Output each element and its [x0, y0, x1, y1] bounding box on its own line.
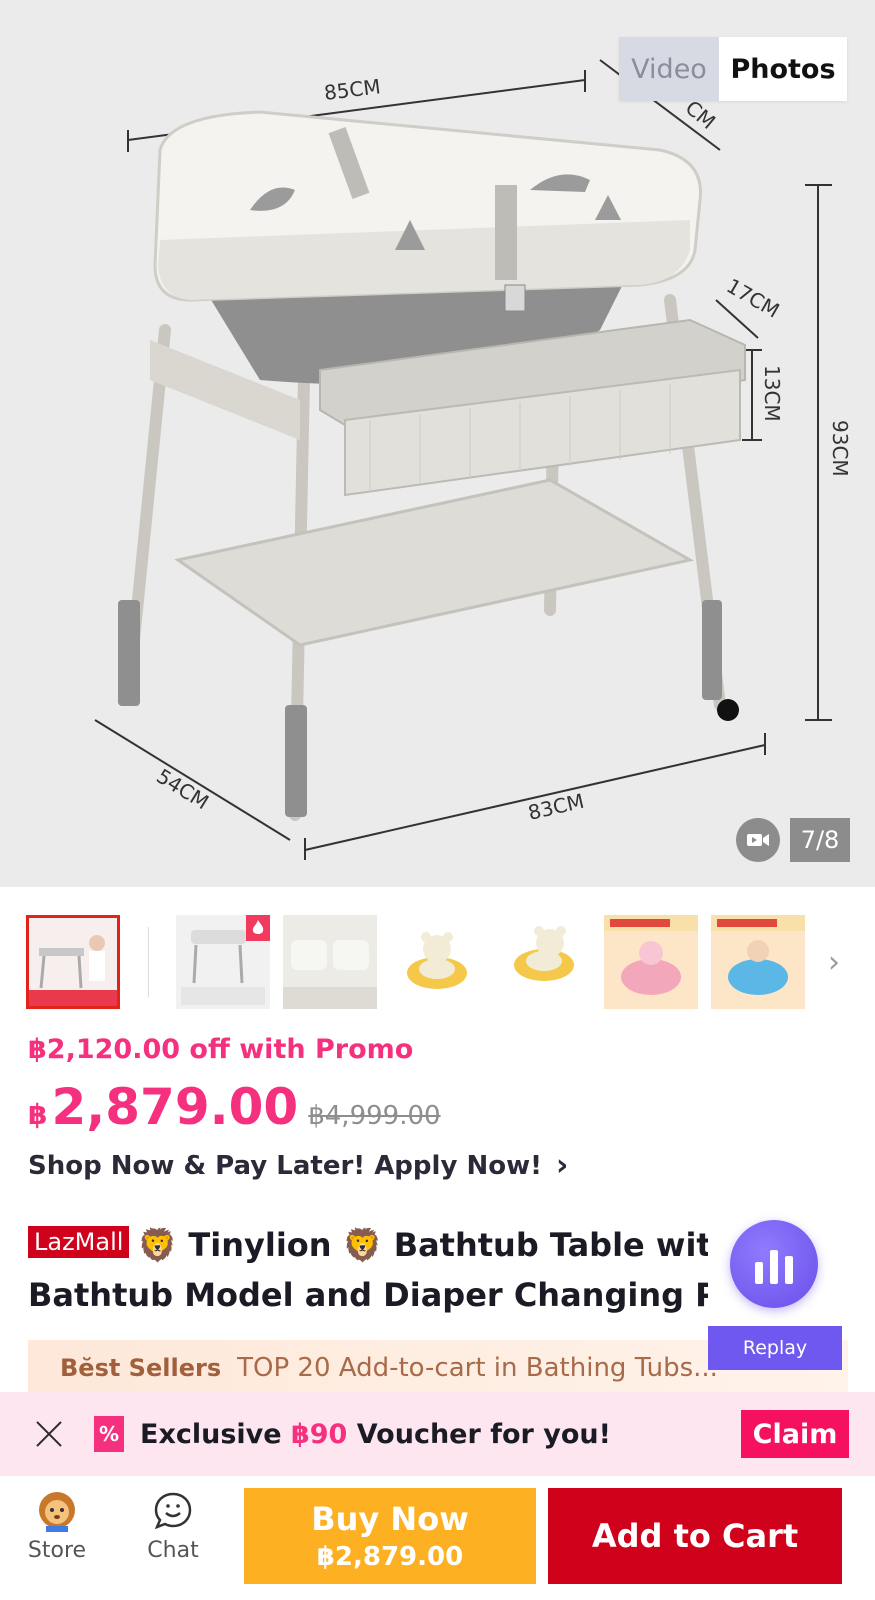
bottom-action-bar: Store Chat Buy Now ฿2,879.00 Add to Cart [0, 1476, 875, 1600]
thumbnail-divider [148, 927, 149, 997]
close-icon[interactable] [34, 1419, 64, 1449]
product-title: LazMall 🦁 Tinylion 🦁 Bathtub Table with B… [28, 1220, 708, 1320]
chat-label: Chat [147, 1538, 199, 1563]
photos-tab[interactable]: Photos [719, 37, 847, 101]
image-counter: 7/8 [790, 818, 850, 862]
claim-button[interactable]: Claim [741, 1410, 849, 1458]
voucher-prefix: Exclusive [140, 1418, 291, 1450]
dim-width-bottom: 83CM [526, 789, 587, 825]
dim-width-top: 85CM [323, 74, 382, 105]
buy-now-price: ฿2,879.00 [316, 1542, 464, 1572]
thumbnail[interactable] [26, 915, 120, 1009]
thumbnail[interactable] [390, 915, 484, 1009]
store-lion-icon [39, 1492, 75, 1532]
flame-icon [246, 915, 270, 941]
chat-button[interactable]: Chat [128, 1490, 218, 1563]
price-row: ฿ 2,879.00 ฿4,999.00 [28, 1078, 441, 1136]
dim-depth-top: CM [681, 95, 720, 133]
thumbnail[interactable] [604, 915, 698, 1009]
replay-button[interactable]: Replay [708, 1326, 842, 1370]
thumbnail[interactable] [711, 915, 805, 1009]
voucher-bar: % Exclusive ฿90 Voucher for you! Claim [0, 1392, 875, 1476]
live-bars-icon[interactable] [730, 1220, 818, 1308]
pay-later-link[interactable]: Shop Now & Pay Later! Apply Now! › [28, 1148, 568, 1183]
dim-depth-bottom: 54CM [152, 764, 213, 814]
voucher-amount: ฿90 [290, 1418, 348, 1450]
product-image-gallery[interactable]: 85CM CM 17CM 13CM 93CM 54CM 83CM Video P… [0, 0, 875, 887]
pay-later-label: Shop Now & Pay Later! Apply Now! [28, 1150, 542, 1181]
voucher-suffix: Voucher for you! [347, 1418, 611, 1450]
thumbnail[interactable] [176, 915, 270, 1009]
store-label: Store [27, 1538, 87, 1563]
buy-now-button[interactable]: Buy Now ฿2,879.00 [244, 1488, 536, 1584]
thumbnail[interactable] [283, 915, 377, 1009]
bestsellers-tag: Bĕst Sellers [60, 1354, 222, 1382]
dim-height: 93CM [828, 420, 852, 477]
promo-discount: ฿2,120.00 off with Promo [28, 1034, 414, 1065]
video-tab[interactable]: Video [619, 37, 719, 101]
lazmall-badge: LazMall [28, 1226, 130, 1258]
voucher-icon: % [94, 1416, 124, 1452]
video-camera-icon[interactable] [736, 818, 780, 862]
buy-now-label: Buy Now [311, 1500, 469, 1538]
media-toggle: Video Photos [619, 37, 847, 101]
original-price: ฿4,999.00 [308, 1101, 441, 1131]
voucher-text: Exclusive ฿90 Voucher for you! [140, 1419, 611, 1450]
chevron-right-icon: › [555, 1148, 569, 1183]
product-image: 85CM CM 17CM 13CM 93CM 54CM 83CM [94, 59, 852, 860]
store-button[interactable]: Store [12, 1490, 102, 1563]
bestsellers-text: TOP 20 Add-to-cart in Bathing Tubs... [237, 1353, 718, 1383]
chat-icon [154, 1492, 192, 1530]
title-line-1: 🦁 Tinylion 🦁 Bathtub Table with [137, 1226, 708, 1264]
title-line-2: Bathtub Model and Diaper Changing Pad I [28, 1276, 708, 1314]
currency-symbol: ฿ [28, 1098, 48, 1131]
dim-13: 13CM [760, 365, 784, 422]
chevron-right-icon[interactable]: › [828, 945, 840, 980]
thumbnail-strip: › [0, 915, 875, 1009]
add-to-cart-button[interactable]: Add to Cart [548, 1488, 842, 1584]
current-price: 2,879.00 [51, 1078, 299, 1136]
thumbnail[interactable] [497, 915, 591, 1009]
